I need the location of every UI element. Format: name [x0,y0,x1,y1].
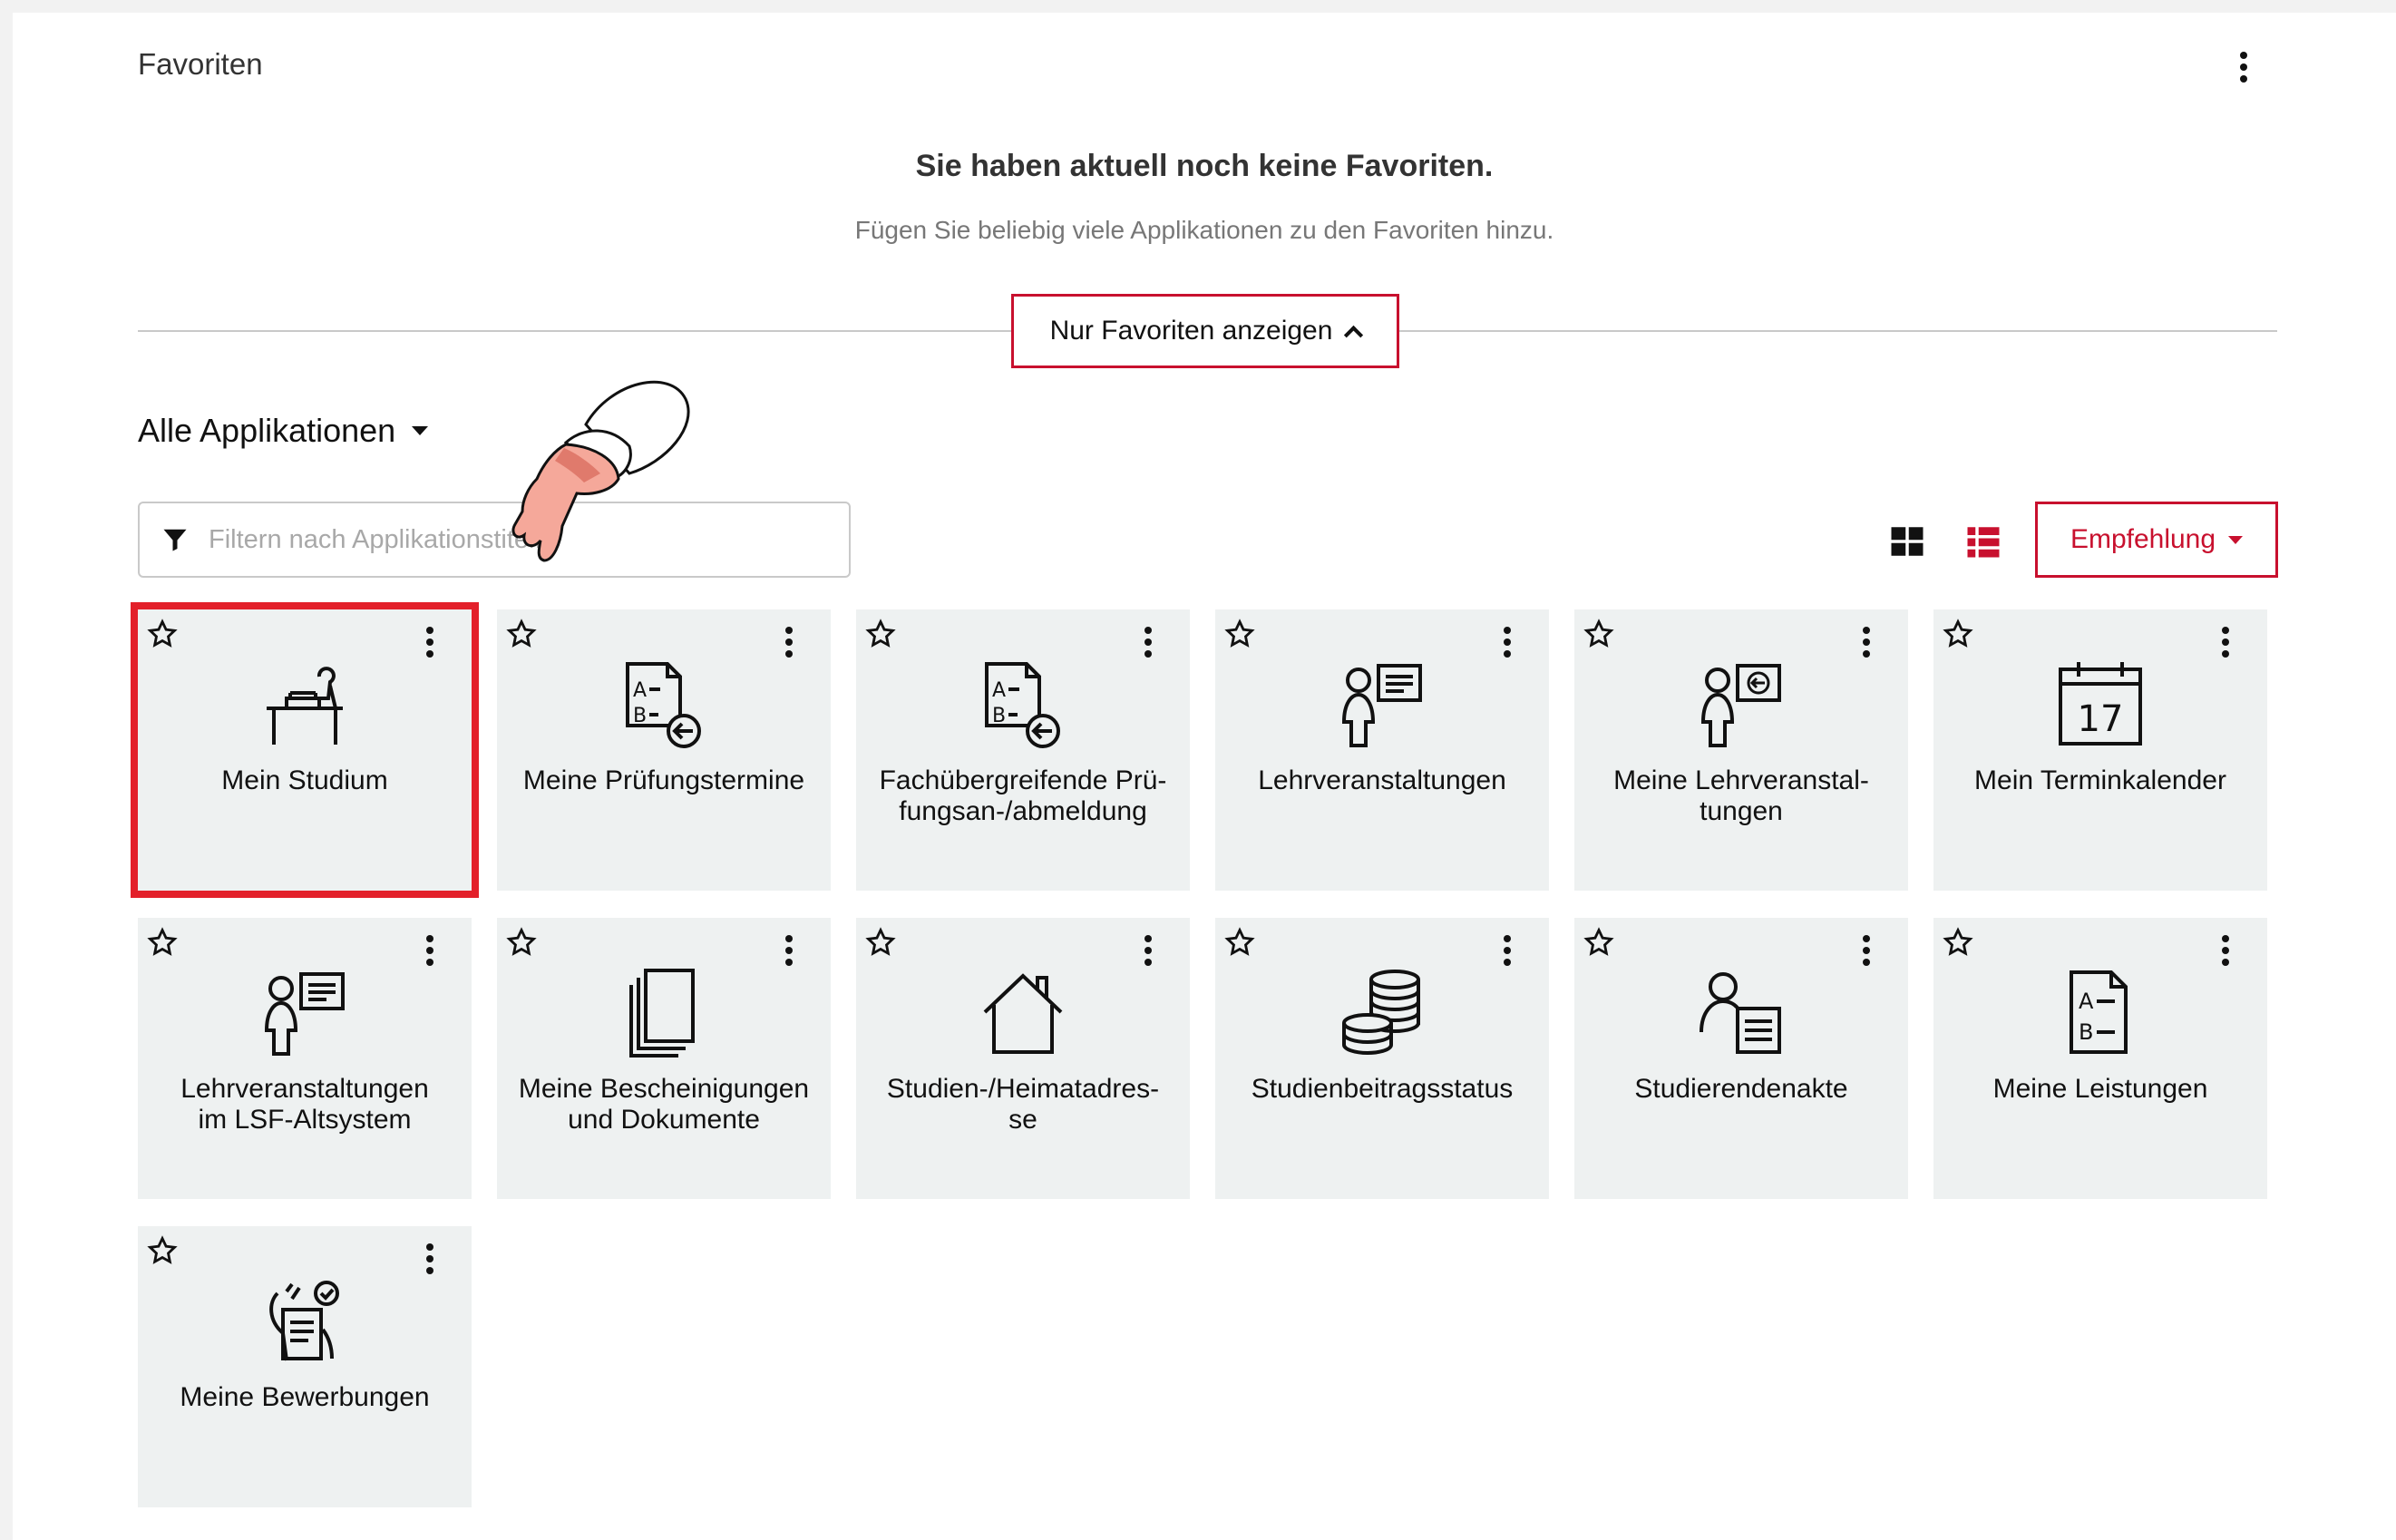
house-icon [983,973,1063,1054]
tile-menu-button[interactable] [1130,923,1166,978]
tile-label: Mein Terminkalender [1974,765,2226,795]
app-tile[interactable]: A B Fachübergreifende Prü- fungsan-/abmeld… [856,609,1190,891]
page: Favoriten Sie haben aktuell noch keine F… [13,13,2396,1540]
grid-view-icon[interactable] [1888,522,1926,560]
app-tile[interactable]: Studierendenakte [1574,918,1908,1199]
app-tile[interactable]: A B Meine Leistungen [1933,918,2267,1199]
app-tile[interactable]: Mein Studium [131,602,479,898]
app-tile[interactable]: 17 Mein Terminkalender [1933,609,2267,891]
app-tile[interactable]: Lehrveranstaltungen [1215,609,1549,891]
tile-label: Lehrveranstaltungen im LSF-Altsystem [180,1074,429,1135]
tile-label: Meine Lehrveranstal- tungen [1613,765,1869,826]
app-tile[interactable]: A B Meine Prüfungstermine [497,609,831,891]
lecture-icon [1341,664,1422,747]
coins-icon [1342,970,1420,1056]
tile-menu-button[interactable] [2207,923,2244,978]
star-icon[interactable] [147,619,178,649]
svg-text:A: A [633,679,647,702]
empty-favorites-title: Sie haben aktuell noch keine Favoriten. [915,149,1494,183]
tile-menu-button[interactable] [412,1232,448,1286]
svg-text:B: B [992,705,1006,727]
tile-label: Meine Bewerbungen [180,1382,430,1412]
student-file-icon [1700,972,1781,1054]
app-tile[interactable]: Lehrveranstaltungen im LSF-Altsystem [138,918,472,1199]
tile-label: Studienbeitragsstatus [1251,1074,1514,1104]
app-tile[interactable]: Meine Lehrveranstal- tungen [1574,609,1908,891]
all-apps-dropdown[interactable]: Alle Applikationen [138,412,429,450]
star-icon[interactable] [1583,619,1614,649]
star-icon[interactable] [147,927,178,958]
tile-menu-button[interactable] [1848,615,1885,669]
tile-menu-button[interactable] [412,923,448,978]
tile-menu-button[interactable] [1130,615,1166,669]
star-icon[interactable] [865,927,896,958]
star-icon[interactable] [1943,619,1973,649]
tile-menu-button[interactable] [1848,923,1885,978]
show-favorites-only-button[interactable]: Nur Favoriten anzeigen [1011,294,1399,368]
desk-icon [267,667,343,745]
star-icon[interactable] [506,619,537,649]
app-tile[interactable]: Studienbeitragsstatus [1215,918,1549,1199]
tile-label: Studierendenakte [1634,1074,1848,1104]
star-icon[interactable] [1224,927,1255,958]
app-tile[interactable]: Meine Bewerbungen [138,1226,472,1507]
exam-list-icon: AB [626,662,701,748]
tile-menu-button[interactable] [1489,615,1525,669]
caret-down-icon [412,426,429,435]
favorites-title: Favoriten [138,47,263,81]
chevron-up-icon [1344,325,1364,345]
tile-menu-button[interactable] [412,615,448,669]
tile-label: Meine Prüfungstermine [522,765,805,795]
my-lecture-icon [1700,664,1781,747]
tile-label: Meine Leistungen [1992,1074,2208,1104]
list-view-icon[interactable] [1964,522,2002,560]
show-favorites-only-label: Nur Favoriten anzeigen [1049,316,1333,346]
tile-label: Mein Studium [221,765,388,795]
sort-dropdown-button[interactable]: Empfehlung [2035,502,2278,578]
caret-down-icon [2228,535,2244,544]
empty-favorites-subtitle: Fügen Sie beliebig viele Applikationen z… [854,216,1554,244]
tile-label: Lehrveranstaltungen [1258,765,1506,795]
svg-text:A: A [2079,989,2094,1014]
filter-icon [163,529,187,551]
svg-text:B: B [2079,1019,2093,1045]
star-icon[interactable] [865,619,896,649]
application-icon [269,1281,339,1361]
svg-text:17: 17 [2078,698,2124,740]
app-tile[interactable]: Meine Bescheinigungen und Dokumente [497,918,831,1199]
star-icon[interactable] [1224,619,1255,649]
star-icon[interactable] [147,1235,178,1266]
star-icon[interactable] [1583,927,1614,958]
exam-register-icon: AB [985,662,1060,748]
svg-text:B: B [633,705,647,727]
tile-label: Meine Bescheinigungen und Dokumente [518,1074,810,1135]
tile-menu-button[interactable] [2207,615,2244,669]
star-icon[interactable] [506,927,537,958]
documents-icon [629,969,695,1058]
lecture-legacy-icon [264,972,345,1056]
pointing-hand-cursor-icon [511,380,690,562]
tile-label: Studien-/Heimatadres- se [886,1074,1160,1135]
grades-icon: AB [2070,970,2128,1054]
star-icon[interactable] [1943,927,1973,958]
favorites-menu-button[interactable] [2226,40,2262,94]
tile-label: Fachübergreifende Prü- fungsan-/abmeldun… [879,765,1167,826]
svg-text:A: A [992,679,1006,702]
app-tile[interactable]: Studien-/Heimatadres- se [856,918,1190,1199]
tile-menu-button[interactable] [1489,923,1525,978]
tile-menu-button[interactable] [771,923,807,978]
tile-menu-button[interactable] [771,615,807,669]
all-apps-label: Alle Applikationen [138,412,396,449]
sort-label: Empfehlung [2070,524,2216,554]
calendar-icon: 17 [2059,662,2142,746]
